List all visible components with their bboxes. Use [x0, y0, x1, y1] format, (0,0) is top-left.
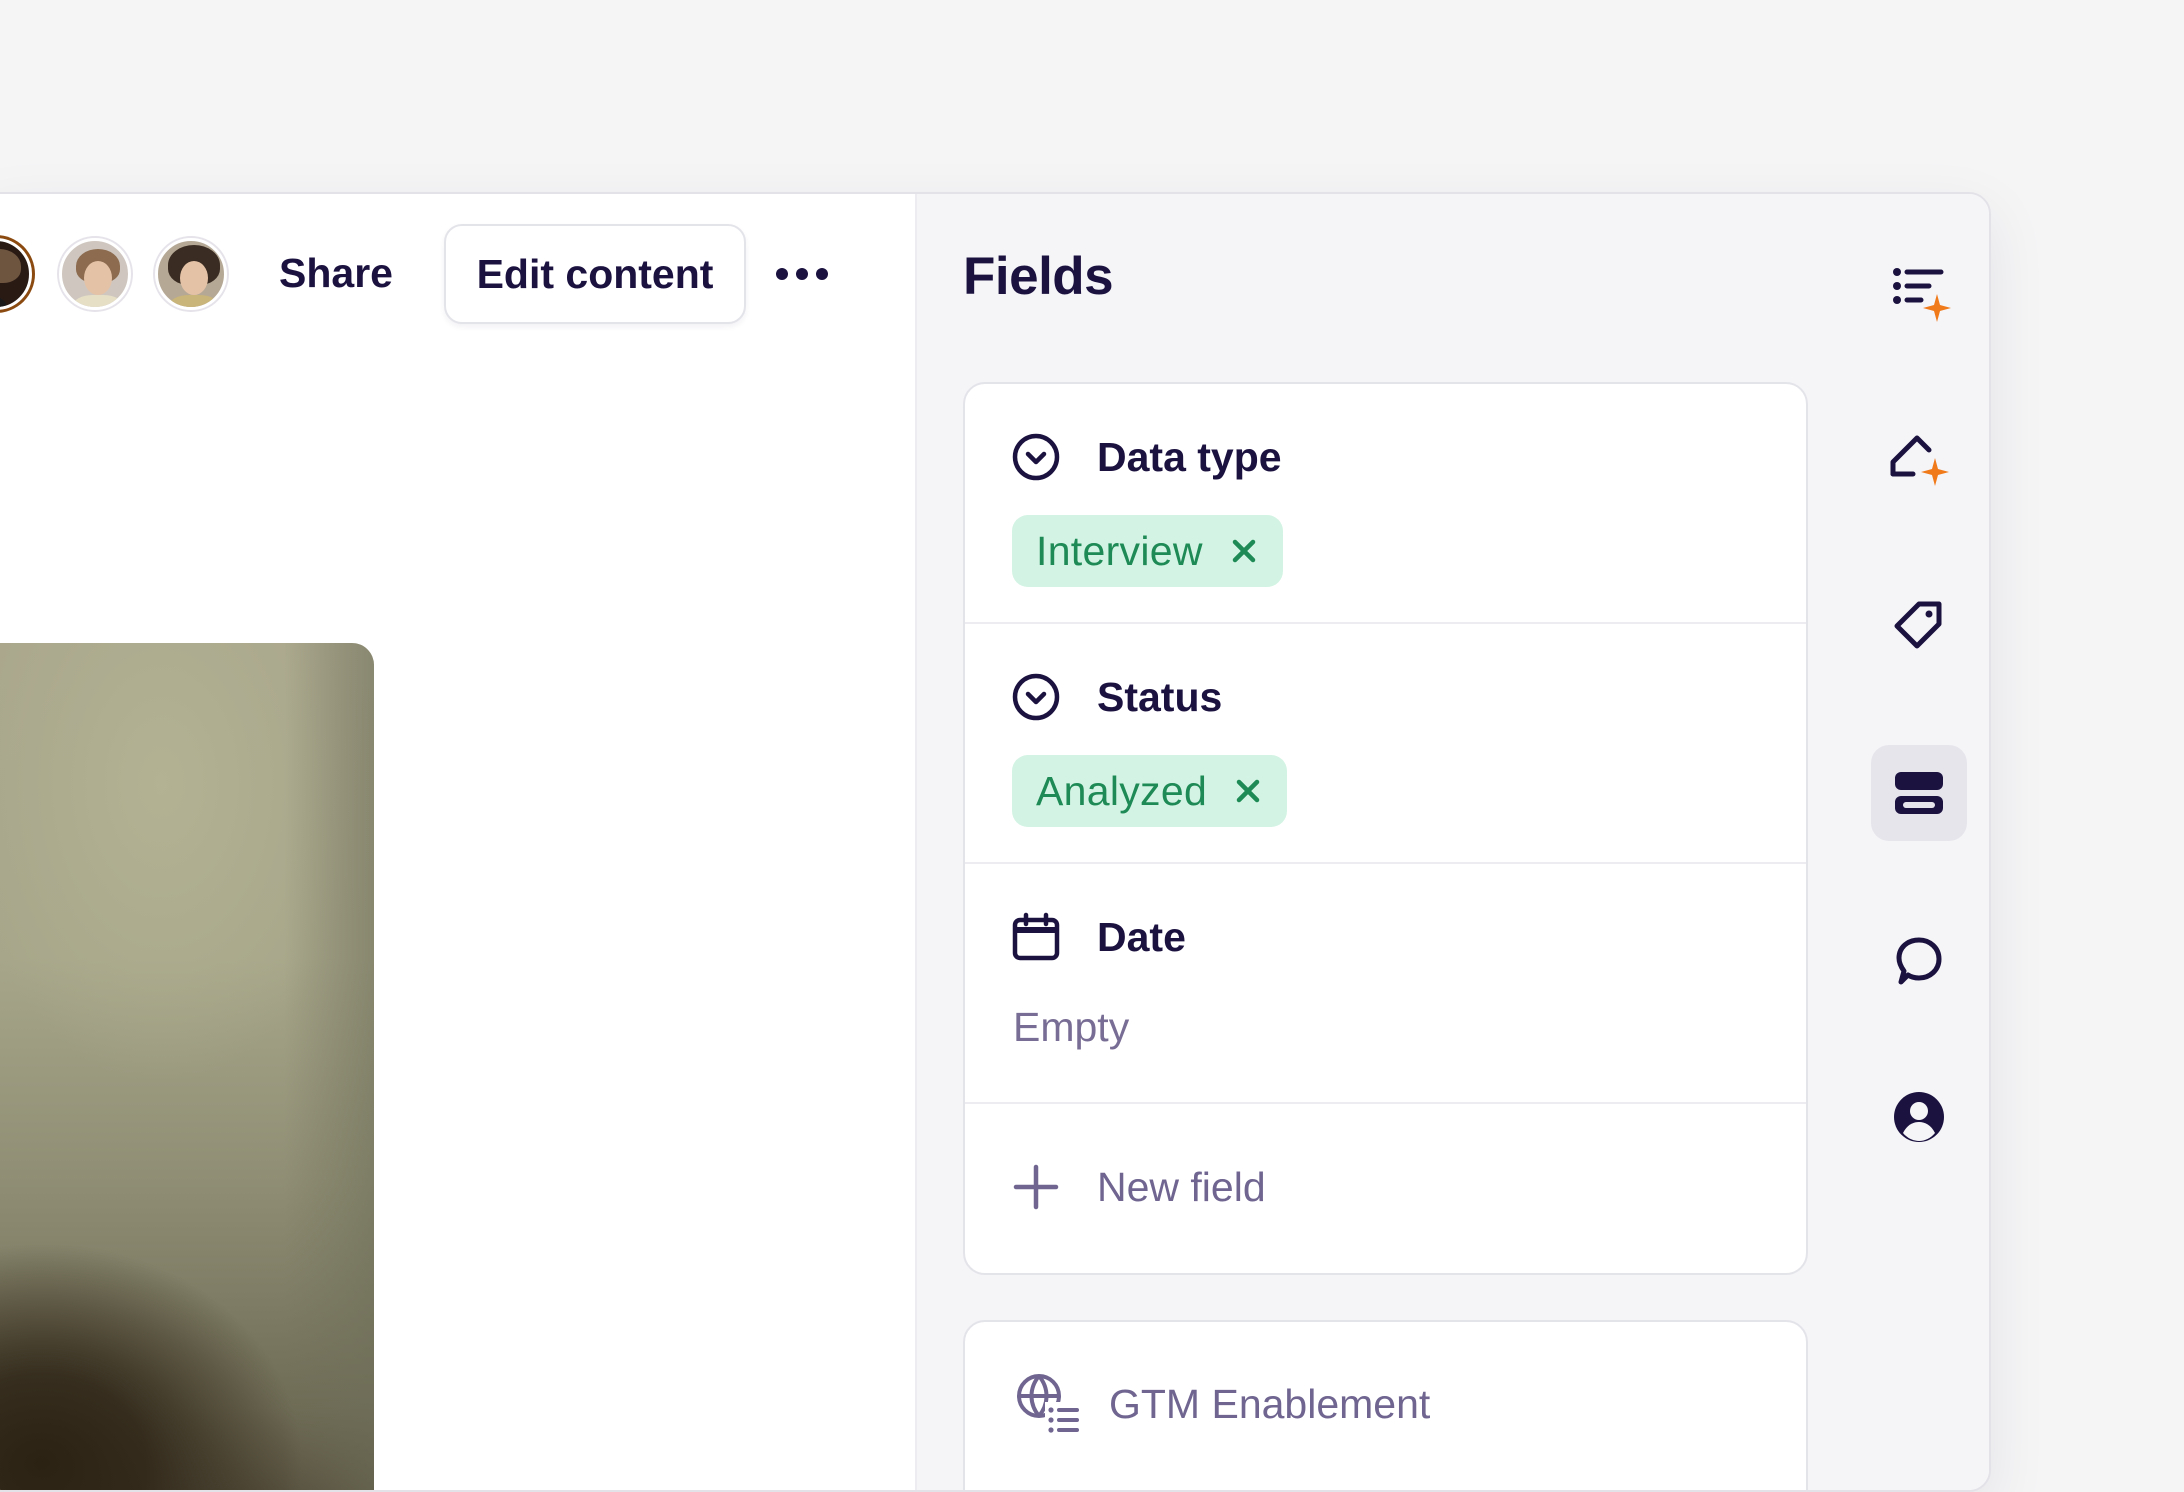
avatar[interactable]	[155, 238, 227, 310]
panel-title: Fields	[963, 247, 1114, 306]
fields-icon	[1895, 772, 1943, 814]
comments-button[interactable]	[1871, 914, 1967, 1010]
field-header[interactable]: Date	[1011, 910, 1186, 964]
field-row-data-type: Data type Interview	[965, 384, 1806, 624]
close-icon[interactable]	[1229, 536, 1259, 566]
highlight-button[interactable]	[1871, 412, 1967, 508]
select-icon	[1011, 672, 1061, 722]
content-area: Share Edit content	[0, 194, 915, 1490]
more-options-button[interactable]	[762, 234, 842, 314]
field-label: Date	[1097, 913, 1186, 960]
app-window: Share Edit content Fields Data type Inte…	[0, 192, 1991, 1492]
plus-icon	[1013, 1164, 1059, 1210]
edit-content-button[interactable]: Edit content	[444, 224, 746, 324]
tag-icon	[1894, 601, 1942, 649]
fields-tab-button[interactable]	[1871, 745, 1967, 841]
field-group-header[interactable]: GTM Enablement	[1015, 1372, 1430, 1436]
tag-label: Analyzed	[1036, 767, 1208, 814]
tag-interview[interactable]: Interview	[1012, 515, 1283, 587]
fields-panel: Fields Data type Interview Status Analyz…	[915, 194, 1989, 1490]
date-value-empty[interactable]: Empty	[1013, 1004, 1129, 1051]
calendar-icon	[1011, 912, 1061, 962]
field-label: Data type	[1097, 433, 1282, 480]
participant-button[interactable]	[1871, 1069, 1967, 1165]
new-field-label: New field	[1097, 1163, 1266, 1210]
summary-sparkle-icon	[1893, 268, 1951, 322]
field-group-label: GTM Enablement	[1109, 1380, 1431, 1427]
select-icon	[1011, 432, 1061, 482]
avatar[interactable]	[0, 238, 32, 310]
field-row-date: Date Empty	[965, 864, 1806, 1104]
avatar[interactable]	[59, 238, 131, 310]
field-row-status: Status Analyzed	[965, 624, 1806, 864]
field-row-new: New field	[965, 1104, 1806, 1273]
close-icon[interactable]	[1233, 776, 1263, 806]
icon-rail	[1833, 194, 1989, 1490]
highlight-sparkle-icon	[1890, 435, 1949, 486]
summary-button[interactable]	[1871, 244, 1967, 340]
new-field-button[interactable]: New field	[1011, 1162, 1266, 1212]
globe-list-icon	[1017, 1374, 1079, 1436]
field-label: Status	[1097, 673, 1223, 720]
tag-label: Interview	[1036, 527, 1203, 574]
video-thumbnail[interactable]	[0, 643, 374, 1490]
field-header[interactable]: Data type	[1011, 430, 1282, 484]
field-group-gtm[interactable]: GTM Enablement	[963, 1320, 1808, 1490]
user-icon	[1894, 1092, 1944, 1142]
tags-button[interactable]	[1871, 578, 1967, 674]
share-button[interactable]: Share	[279, 250, 393, 297]
fields-card: Data type Interview Status Analyzed Date…	[963, 382, 1808, 1275]
field-header[interactable]: Status	[1011, 670, 1222, 724]
comment-icon	[1896, 937, 1942, 985]
tag-analyzed[interactable]: Analyzed	[1012, 755, 1288, 827]
more-horizontal-icon	[776, 268, 828, 280]
